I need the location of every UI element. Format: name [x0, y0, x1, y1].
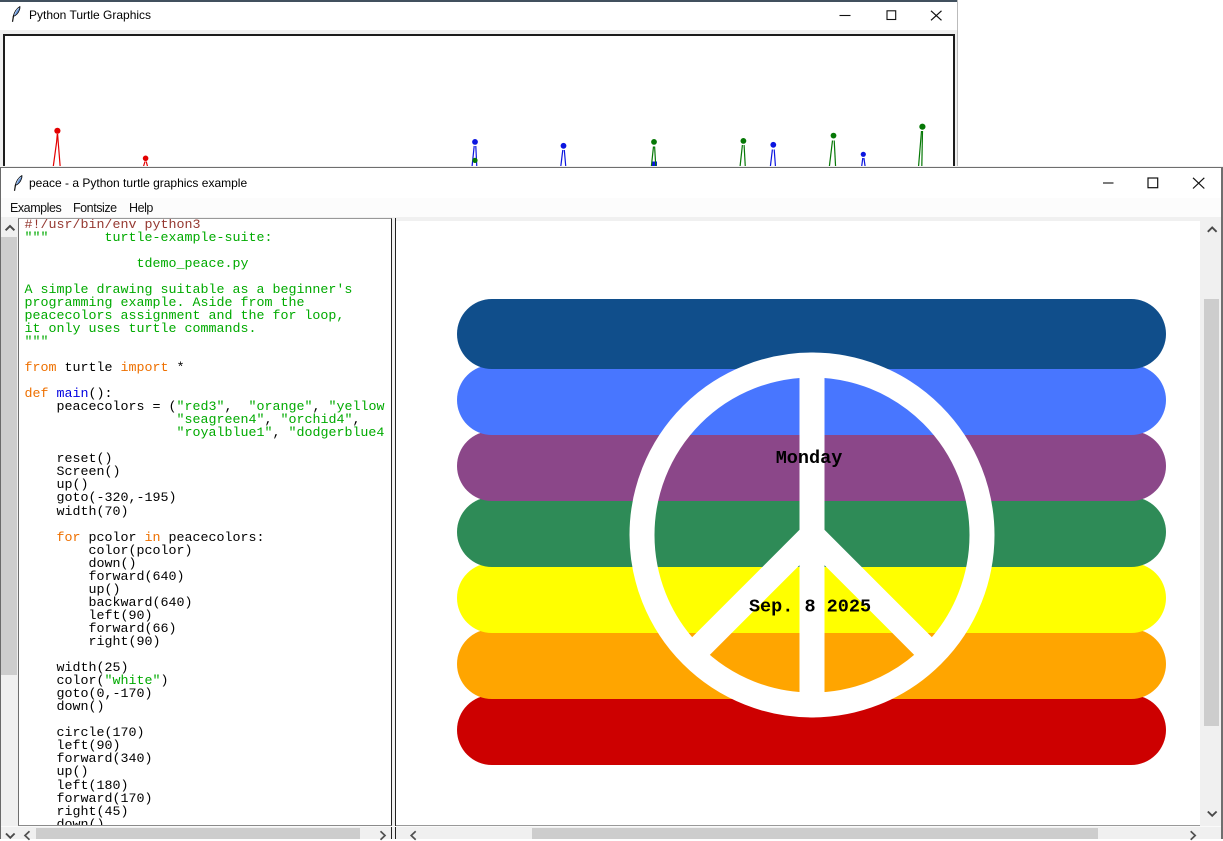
svg-text:Monday: Monday: [776, 448, 843, 469]
svg-text:Sep. 8 2025: Sep. 8 2025: [749, 597, 871, 618]
